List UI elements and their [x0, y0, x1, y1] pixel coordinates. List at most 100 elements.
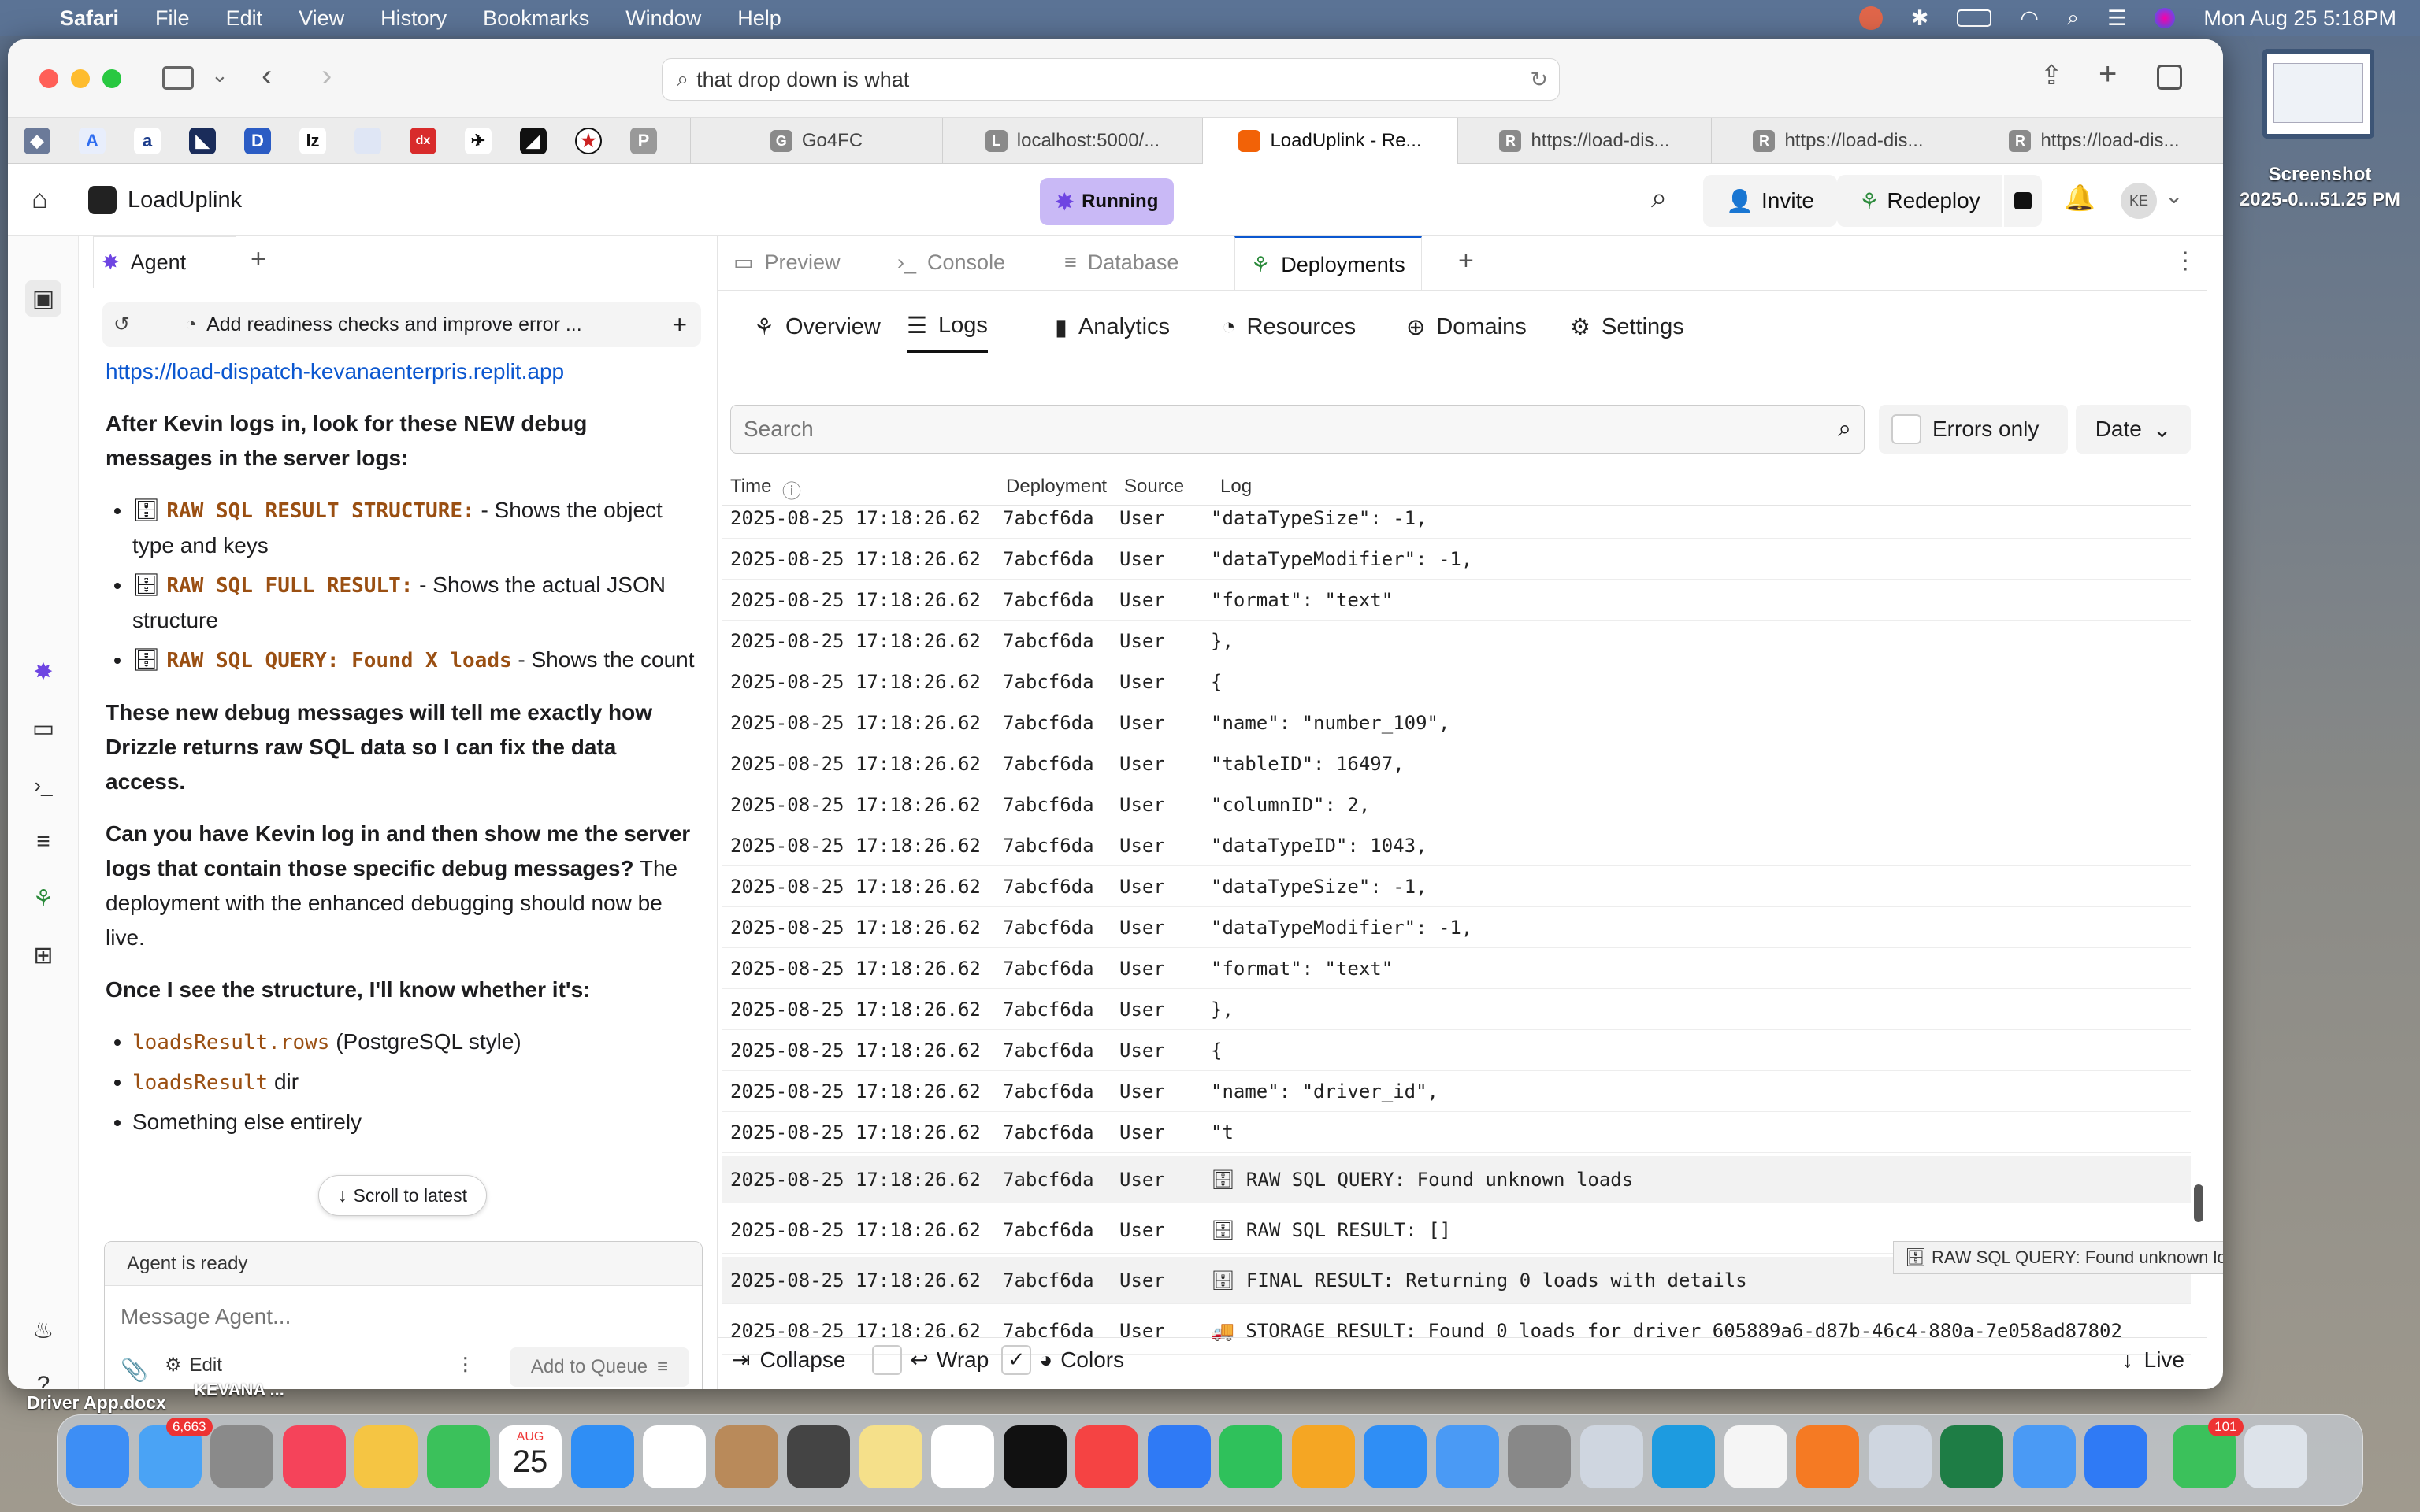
- app-link[interactable]: https://load-dispatch-kevanaenterpris.re…: [106, 359, 564, 384]
- home-icon[interactable]: ⌂: [32, 184, 48, 215]
- avatar[interactable]: KE: [2121, 183, 2157, 219]
- favorite-1-icon[interactable]: ◆: [24, 128, 50, 154]
- browser-tab-1[interactable]: G Go4FC: [690, 118, 942, 164]
- live-button[interactable]: ↓ Live: [2122, 1347, 2184, 1373]
- menu-file[interactable]: File: [155, 6, 190, 31]
- menu-window[interactable]: Window: [625, 6, 701, 31]
- address-bar[interactable]: ⌕ that drop down is what ↻: [662, 58, 1560, 101]
- log-row[interactable]: 2025-08-25 17:18:26.62 7abcf6da User "name"…: [722, 1071, 2191, 1112]
- redeploy-button[interactable]: ⚘ Redeploy: [1837, 175, 2002, 227]
- close-window-button[interactable]: [39, 69, 58, 88]
- favorite-3-icon[interactable]: a: [134, 128, 161, 154]
- favorite-11-icon[interactable]: ★: [575, 128, 602, 154]
- photos-icon[interactable]: [354, 1425, 418, 1488]
- console-rail-icon[interactable]: ›_: [25, 767, 61, 803]
- bluetooth-icon[interactable]: ✱: [1911, 6, 1929, 31]
- tv-icon[interactable]: [1003, 1425, 1067, 1488]
- new-thread-icon[interactable]: +: [672, 310, 687, 339]
- scroll-to-latest-button[interactable]: ↓ Scroll to latest: [318, 1175, 487, 1216]
- edge-icon[interactable]: [1652, 1425, 1715, 1488]
- spotlight-icon[interactable]: ⌕: [2067, 6, 2079, 31]
- agent-rail-icon[interactable]: ✸: [25, 654, 61, 690]
- favorite-2-icon[interactable]: A: [79, 128, 106, 154]
- browser-tab-6[interactable]: Rhttps://load-dis...: [1965, 118, 2223, 164]
- browser-tab-3[interactable]: LoadUplink - Re...: [1202, 118, 1457, 164]
- launchpad-icon[interactable]: [210, 1425, 273, 1488]
- deployments-rail-icon[interactable]: ⚘: [25, 880, 61, 917]
- log-row[interactable]: 2025-08-25 17:18:26.62 7abcf6da User "dataT…: [722, 907, 2191, 948]
- invite-button[interactable]: 👤 Invite: [1703, 175, 1837, 227]
- search-icon[interactable]: ⌕: [1651, 181, 1667, 215]
- new-tab-icon[interactable]: +: [2099, 57, 2117, 92]
- thread-title[interactable]: Add readiness checks and improve error .…: [206, 313, 582, 336]
- music-icon[interactable]: [282, 1425, 346, 1488]
- add-to-queue-button[interactable]: Add to Queue ≡: [510, 1347, 689, 1387]
- log-row[interactable]: 2025-08-25 17:18:26.62 7abcf6da User "forma…: [722, 948, 2191, 989]
- back-icon[interactable]: ‹: [262, 58, 272, 94]
- log-row[interactable]: 2025-08-25 17:18:26.62 7abcf6da User "colum…: [722, 784, 2191, 825]
- favorite-6-icon[interactable]: lz: [299, 128, 326, 154]
- network-icon[interactable]: [2012, 1425, 2076, 1488]
- database-rail-icon[interactable]: ≡: [25, 824, 61, 860]
- menu-app-name[interactable]: Safari: [60, 6, 119, 31]
- favorite-12-icon[interactable]: P: [630, 128, 657, 154]
- header-source[interactable]: Source: [1124, 476, 1184, 498]
- safari-icon[interactable]: [570, 1425, 634, 1488]
- search-input[interactable]: [744, 417, 1839, 442]
- pages-icon[interactable]: [1291, 1425, 1355, 1488]
- bell-icon[interactable]: 🔔: [2064, 183, 2095, 213]
- menu-help[interactable]: Help: [737, 6, 781, 31]
- system-settings-icon[interactable]: [1508, 1425, 1571, 1488]
- favorite-10-icon[interactable]: ◢: [520, 128, 547, 154]
- favorite-8-icon[interactable]: dx: [410, 128, 436, 154]
- freeform-icon[interactable]: [931, 1425, 994, 1488]
- log-row[interactable]: 2025-08-25 17:18:26.62 7abcf6da User},: [722, 989, 2191, 1030]
- browser-tab-5[interactable]: Rhttps://load-dis...: [1711, 118, 1965, 164]
- desktop-screenshot-file[interactable]: [2262, 49, 2374, 139]
- project-name[interactable]: LoadUplink: [128, 187, 242, 213]
- siri-icon[interactable]: [2155, 8, 2176, 28]
- log-row[interactable]: 2025-08-25 17:18:26.62 7abcf6da User "table…: [722, 743, 2191, 784]
- control-center-icon[interactable]: ☰: [2107, 6, 2126, 31]
- tab-console[interactable]: ›_ Console: [882, 236, 1021, 288]
- finder-icon[interactable]: [66, 1425, 129, 1488]
- colors-checkbox[interactable]: ✓: [1001, 1344, 1032, 1375]
- subtab-overview[interactable]: ⚘ Overview: [754, 301, 881, 353]
- attach-icon[interactable]: 📎: [121, 1357, 148, 1383]
- desktop-file-1[interactable]: Driver App.docx: [27, 1392, 166, 1414]
- sidebar-toggle-icon[interactable]: [162, 66, 194, 90]
- log-search[interactable]: ⌕: [730, 405, 1865, 454]
- firefox-icon[interactable]: [1796, 1425, 1859, 1488]
- chrome-icon[interactable]: [1724, 1425, 1787, 1488]
- browser-tab-2[interactable]: Llocalhost:5000/...: [942, 118, 1202, 164]
- header-log[interactable]: Log: [1220, 476, 1252, 498]
- share-icon[interactable]: ⇪: [2040, 60, 2063, 91]
- chevron-down-icon[interactable]: ⌄: [2165, 183, 2183, 209]
- preview-icon[interactable]: [1435, 1425, 1499, 1488]
- log-row[interactable]: 2025-08-25 17:18:26.62 7abcf6da User "dataT…: [722, 825, 2191, 866]
- alerts-icon[interactable]: ♨: [25, 1312, 61, 1348]
- header-time[interactable]: Time: [730, 476, 771, 498]
- agent-tab[interactable]: ✸ Agent: [93, 236, 236, 288]
- wrap-checkbox[interactable]: [872, 1344, 903, 1375]
- copy-button[interactable]: [2004, 175, 2042, 227]
- favorite-5-icon[interactable]: D: [244, 128, 271, 154]
- calculator-icon[interactable]: [787, 1425, 850, 1488]
- subtab-domains[interactable]: ⊕ Domains: [1406, 301, 1527, 353]
- history-icon[interactable]: ↺: [113, 313, 130, 336]
- log-row[interactable]: 2025-08-25 17:18:26.62 7abcf6da User},: [722, 621, 2191, 662]
- tab-overview-icon[interactable]: [2157, 65, 2182, 90]
- unknown-app-icon[interactable]: [1868, 1425, 1932, 1488]
- screen-record-icon[interactable]: [1858, 6, 1883, 30]
- mail-icon[interactable]: 6,663: [138, 1418, 213, 1488]
- app-store-icon[interactable]: [1364, 1425, 1427, 1488]
- trash-icon[interactable]: [2244, 1425, 2307, 1488]
- scrollbar[interactable]: [2194, 1184, 2203, 1222]
- log-row[interactable]: 2025-08-25 17:18:26.62 7abcf6da User {: [722, 1030, 2191, 1071]
- more-icon[interactable]: ⋮: [2173, 247, 2197, 275]
- date-dropdown[interactable]: Date ⌄: [2076, 405, 2191, 454]
- favorite-9-icon[interactable]: ✈: [465, 128, 492, 154]
- errors-only-toggle[interactable]: Errors only: [1879, 405, 2068, 454]
- keynote-icon[interactable]: [1147, 1425, 1211, 1488]
- chevron-down-icon[interactable]: ⌄: [211, 63, 228, 87]
